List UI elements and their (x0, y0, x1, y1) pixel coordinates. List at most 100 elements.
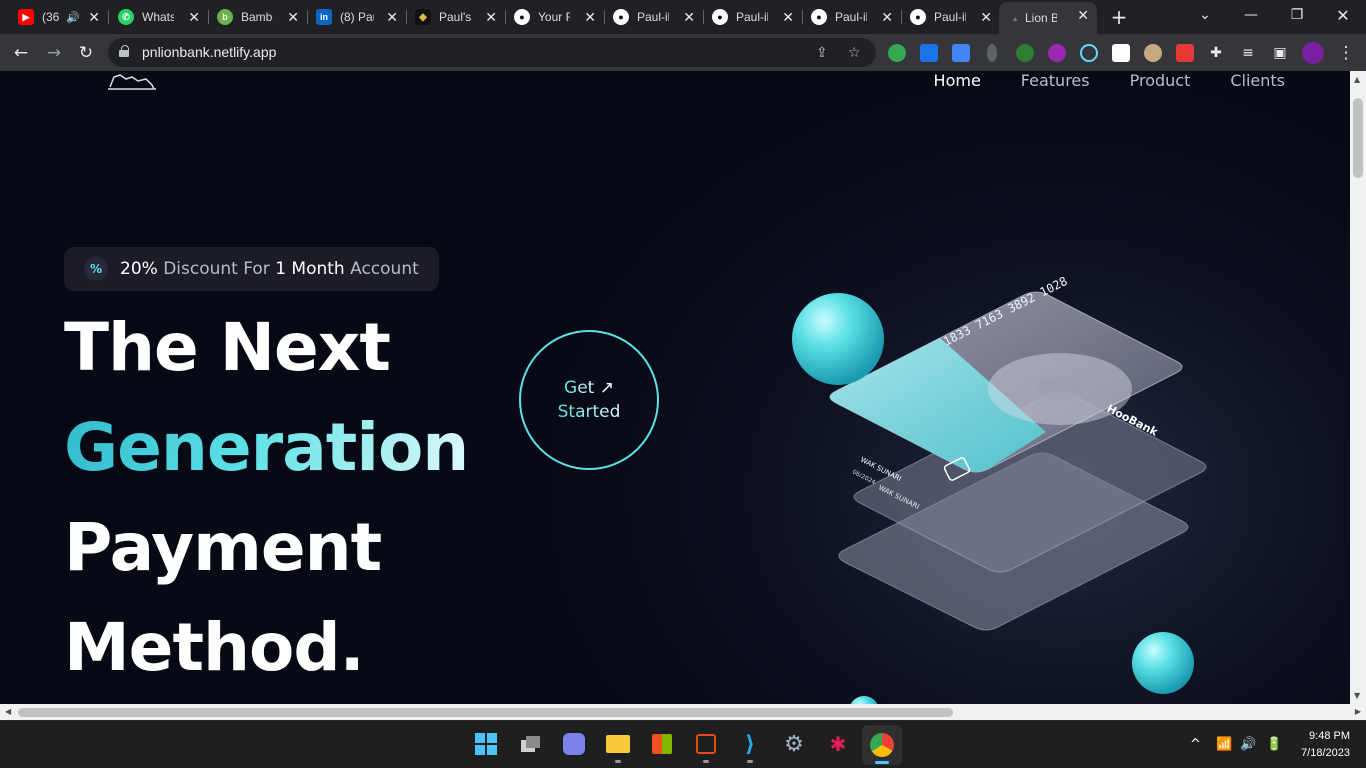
close-tab-icon[interactable]: ✕ (683, 9, 695, 25)
wifi-icon[interactable]: 📶 (1216, 737, 1232, 752)
url-text[interactable]: pnlionbank.netlify.app (142, 44, 276, 60)
teams-chat-icon[interactable] (560, 730, 588, 758)
extension-icon[interactable] (1144, 44, 1162, 62)
extension-icon[interactable] (952, 44, 970, 62)
nav-home[interactable]: Home (934, 71, 981, 90)
tab-title: Lion B (1025, 11, 1057, 25)
close-tab-icon[interactable]: ✕ (188, 9, 200, 25)
extension-icon[interactable] (1112, 44, 1130, 62)
hero-card-illustration: WAK SUNARI 1833 7163 3892 1028 HooBank W… (792, 274, 1207, 704)
file-explorer-icon[interactable] (604, 730, 632, 763)
browser-tab[interactable]: ● Paul-ik ✕ (605, 4, 704, 30)
extension-icon[interactable] (888, 44, 906, 62)
get-started-label-1: Get (564, 378, 595, 398)
react-devtools-icon[interactable] (1080, 44, 1098, 62)
scroll-down-icon[interactable]: ▼ (1354, 691, 1360, 700)
bookmark-star-icon[interactable]: ☆ (848, 45, 861, 61)
menu-kebab-icon[interactable]: ⋮ (1334, 41, 1358, 65)
extension-icon[interactable] (987, 44, 997, 62)
close-tab-icon[interactable]: ✕ (782, 9, 794, 25)
address-bar[interactable]: pnlionbank.netlify.app ⇪ ☆ (108, 38, 876, 67)
puzzle-extensions-icon[interactable]: ✚ (1204, 41, 1228, 65)
start-icon[interactable] (472, 730, 500, 758)
side-panel-icon[interactable]: ▣ (1268, 41, 1292, 65)
tab-search-icon[interactable]: ⌄ (1182, 0, 1228, 30)
nav-clients[interactable]: Clients (1230, 71, 1285, 90)
microsoft-store-icon[interactable] (648, 730, 676, 758)
task-view-icon[interactable] (516, 730, 544, 758)
browser-tab[interactable]: ◆ Paul's ✕ (407, 4, 506, 30)
nav-product[interactable]: Product (1130, 71, 1191, 90)
lock-icon[interactable] (119, 45, 129, 57)
scrollbar-thumb[interactable] (1353, 98, 1363, 178)
chrome-taskbar-icon[interactable] (862, 725, 902, 765)
browser-tab[interactable]: b Bamboo ✕ (209, 4, 308, 30)
discount-duration: 1 Month (275, 259, 345, 279)
scroll-up-icon[interactable]: ▲ (1354, 75, 1360, 84)
github-icon: ● (712, 9, 728, 25)
close-tab-icon[interactable]: ✕ (88, 9, 100, 25)
lion-logo[interactable] (106, 71, 158, 91)
maximize-button[interactable]: ❐ (1274, 0, 1320, 30)
back-icon[interactable]: ← (9, 41, 33, 65)
extension-icon[interactable] (1048, 44, 1066, 62)
discount-text-2: Account (344, 259, 419, 279)
card-expiry: 06/2024 (851, 469, 877, 487)
browser-tab-active[interactable]: ▴ Lion B ✕ (999, 2, 1097, 34)
tab-title: (36 (42, 10, 60, 24)
close-tab-icon[interactable]: ✕ (980, 9, 992, 25)
speaker-icon[interactable]: 🔊 (66, 11, 80, 24)
system-clock[interactable]: 9:48 PM 7/18/2023 (1301, 728, 1350, 762)
forward-icon[interactable]: → (42, 41, 66, 65)
page-viewport: Home Features Product Clients % 20% Disc… (0, 71, 1350, 704)
close-tab-icon[interactable]: ✕ (1077, 7, 1089, 23)
share-icon[interactable]: ⇪ (816, 45, 828, 61)
volume-icon[interactable]: 🔊 (1240, 737, 1256, 752)
tab-title: Paul's (439, 10, 471, 24)
extension-icon[interactable] (1016, 44, 1034, 62)
scroll-left-icon[interactable]: ◀ (5, 707, 11, 716)
close-tab-icon[interactable]: ✕ (287, 9, 299, 25)
browser-tab[interactable]: ● Paul-ik ✕ (902, 4, 1000, 30)
youtube-icon: ▶ (18, 9, 34, 25)
browser-tab[interactable]: ▶ (36 🔊 ✕ (10, 4, 109, 30)
extension-icon[interactable] (1176, 44, 1194, 62)
horizontal-scrollbar[interactable]: ◀ ▶ (0, 704, 1366, 720)
tab-title: Paul-ik (934, 10, 966, 24)
profile-avatar[interactable] (1302, 42, 1324, 64)
close-tab-icon[interactable]: ✕ (584, 9, 596, 25)
media-control-icon[interactable]: ≡ (1236, 41, 1260, 65)
discount-badge: % 20% Discount For 1 Month Account (64, 247, 439, 291)
lion-icon: ▴ (1012, 13, 1017, 23)
browser-tab[interactable]: ● Paul-ik ✕ (704, 4, 803, 30)
tab-title: (8) Paul (340, 10, 374, 24)
nav-features[interactable]: Features (1021, 71, 1090, 90)
portfolio-icon: ◆ (415, 9, 431, 25)
scroll-right-icon[interactable]: ▶ (1355, 707, 1361, 716)
office-app-icon[interactable] (692, 730, 720, 763)
browser-tab[interactable]: in (8) Paul ✕ (308, 4, 407, 30)
scrollbar-thumb[interactable] (18, 708, 953, 717)
browser-tab[interactable]: ● Paul-ik ✕ (803, 4, 902, 30)
minimize-button[interactable]: — (1228, 0, 1274, 30)
browser-tab[interactable]: ● Your R ✕ (506, 4, 605, 30)
new-tab-button[interactable]: + (1108, 6, 1130, 28)
headline-line-2: Generation (64, 409, 469, 486)
show-hidden-icons[interactable]: ^ (1190, 737, 1201, 752)
extension-icon[interactable] (920, 44, 938, 62)
slack-icon[interactable]: ✱ (824, 730, 852, 758)
battery-icon[interactable]: 🔋 (1266, 737, 1282, 752)
vertical-scrollbar[interactable]: ▲ ▼ (1350, 71, 1366, 704)
github-icon: ● (514, 9, 530, 25)
close-tab-icon[interactable]: ✕ (386, 9, 398, 25)
close-tab-icon[interactable]: ✕ (881, 9, 893, 25)
headline-line-4: Method. (64, 609, 365, 686)
main-nav: Home Features Product Clients (934, 71, 1285, 90)
close-window-button[interactable]: ✕ (1320, 0, 1366, 30)
reload-icon[interactable]: ↻ (74, 41, 98, 65)
vscode-icon[interactable]: ⟩ (736, 730, 764, 763)
browser-tab[interactable]: ✆ WhatsApp ✕ (110, 4, 209, 30)
close-tab-icon[interactable]: ✕ (485, 9, 497, 25)
get-started-button[interactable]: Get ↗ Started (519, 330, 659, 470)
settings-gear-icon[interactable]: ⚙ (780, 730, 808, 758)
